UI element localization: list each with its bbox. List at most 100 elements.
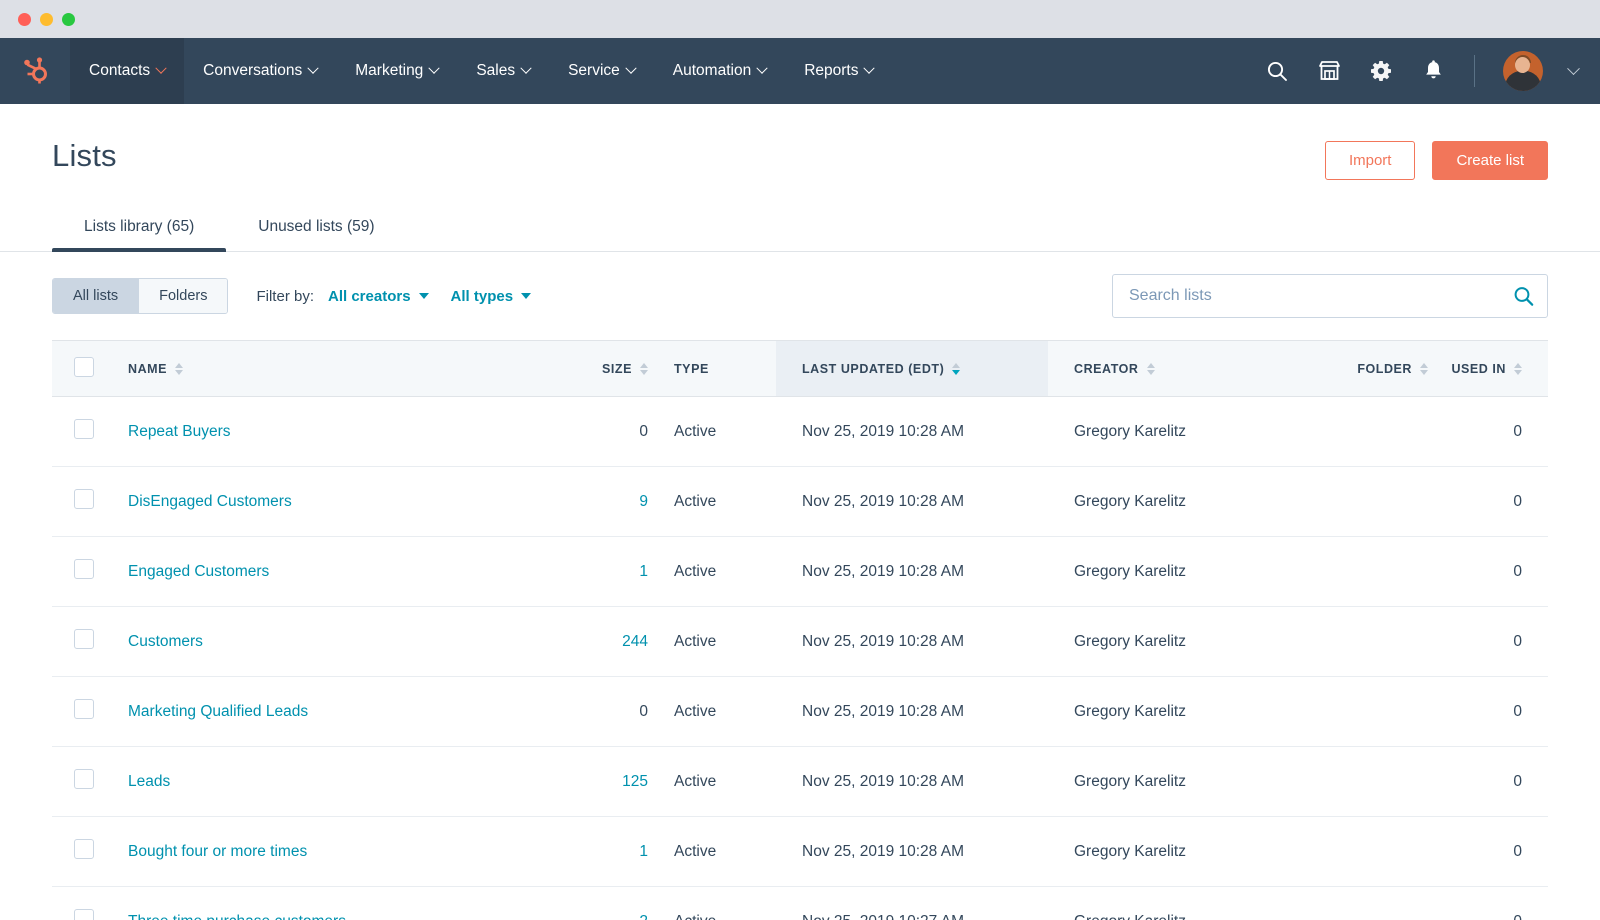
search-icon[interactable] <box>1513 286 1534 307</box>
table-row[interactable]: Repeat Buyers0ActiveNov 25, 2019 10:28 A… <box>52 397 1548 467</box>
list-size-link[interactable]: 125 <box>622 773 648 790</box>
segment-folders[interactable]: Folders <box>138 279 227 313</box>
list-creator-cell: Gregory Karelitz <box>1048 677 1258 747</box>
row-checkbox[interactable] <box>74 419 94 439</box>
list-name-link[interactable]: Bought four or more times <box>128 843 307 860</box>
header-actions: Import Create list <box>1325 138 1548 180</box>
gear-icon[interactable] <box>1368 58 1394 84</box>
filter-by-label: Filter by: <box>256 288 314 305</box>
hubspot-logo-link[interactable] <box>0 38 70 104</box>
window-zoom-button[interactable] <box>62 13 75 26</box>
nav-item-contacts[interactable]: Contacts <box>70 38 184 104</box>
window-close-button[interactable] <box>18 13 31 26</box>
nav-item-conversations[interactable]: Conversations <box>184 38 336 104</box>
list-creator-cell: Gregory Karelitz <box>1048 397 1258 467</box>
list-type-cell: Active <box>648 887 776 920</box>
search-input[interactable] <box>1112 274 1548 318</box>
create-list-button[interactable]: Create list <box>1432 141 1548 180</box>
list-name-link[interactable]: DisEngaged Customers <box>128 493 292 510</box>
list-type-cell: Active <box>648 467 776 537</box>
row-select-cell <box>52 677 128 747</box>
list-used-in-cell: 0 <box>1428 747 1548 817</box>
list-size-link[interactable]: 2 <box>639 913 648 920</box>
select-all-checkbox[interactable] <box>74 357 94 377</box>
row-checkbox[interactable] <box>74 909 94 920</box>
table-row[interactable]: Bought four or more times 1ActiveNov 25, … <box>52 817 1548 887</box>
table-row[interactable]: DisEngaged Customers 9ActiveNov 25, 2019 … <box>52 467 1548 537</box>
list-name-link[interactable]: Repeat Buyers <box>128 423 231 440</box>
row-checkbox[interactable] <box>74 559 94 579</box>
list-size-link[interactable]: 244 <box>622 633 648 650</box>
row-checkbox[interactable] <box>74 489 94 509</box>
row-checkbox[interactable] <box>74 699 94 719</box>
window-minimize-button[interactable] <box>40 13 53 26</box>
import-button[interactable]: Import <box>1325 141 1416 180</box>
list-creator-cell: Gregory Karelitz <box>1048 747 1258 817</box>
all-types-dropdown[interactable]: All types <box>451 288 532 305</box>
main-menu: Contacts Conversations Marketing Sales S… <box>70 38 892 104</box>
list-name-cell: Three time purchase customers <box>128 887 548 920</box>
list-used-in-cell: 0 <box>1428 607 1548 677</box>
list-name-link[interactable]: Three time purchase customers <box>128 913 346 920</box>
table-row[interactable]: Leads125ActiveNov 25, 2019 10:28 AMGrego… <box>52 747 1548 817</box>
list-size-link[interactable]: 1 <box>639 563 648 580</box>
chevron-down-icon <box>521 293 531 299</box>
search-icon[interactable] <box>1264 58 1290 84</box>
nav-item-label: Sales <box>476 62 515 80</box>
column-header-used-in[interactable]: USED IN <box>1428 341 1548 397</box>
column-header-last-updated[interactable]: LAST UPDATED (EDT) <box>776 341 1048 397</box>
list-size-link[interactable]: 9 <box>639 493 648 510</box>
list-last-updated-cell: Nov 25, 2019 10:28 AM <box>776 817 1048 887</box>
column-label: FOLDER <box>1357 362 1412 376</box>
column-label: CREATOR <box>1074 362 1139 376</box>
sort-arrows-icon <box>952 363 960 375</box>
nav-item-automation[interactable]: Automation <box>654 38 785 104</box>
list-used-in-cell: 0 <box>1428 817 1548 887</box>
list-size-link[interactable]: 1 <box>639 843 648 860</box>
sort-arrows-icon <box>640 363 648 375</box>
list-folder-cell <box>1258 467 1428 537</box>
column-header-folder[interactable]: FOLDER <box>1258 341 1428 397</box>
column-label: NAME <box>128 362 167 376</box>
row-checkbox[interactable] <box>74 769 94 789</box>
list-name-link[interactable]: Marketing Qualified Leads <box>128 703 308 720</box>
segment-all-lists[interactable]: All lists <box>53 279 138 313</box>
notifications-bell-icon[interactable] <box>1420 58 1446 84</box>
row-checkbox[interactable] <box>74 629 94 649</box>
list-name-link[interactable]: Engaged Customers <box>128 563 269 580</box>
all-creators-label: All creators <box>328 288 411 305</box>
chevron-down-icon[interactable] <box>1567 62 1580 75</box>
table-row[interactable]: Customers244ActiveNov 25, 2019 10:28 AMG… <box>52 607 1548 677</box>
nav-item-marketing[interactable]: Marketing <box>336 38 457 104</box>
nav-item-reports[interactable]: Reports <box>785 38 892 104</box>
avatar-head <box>1515 57 1530 73</box>
row-checkbox[interactable] <box>74 839 94 859</box>
avatar[interactable] <box>1503 51 1543 91</box>
nav-item-service[interactable]: Service <box>549 38 654 104</box>
table-row[interactable]: Engaged Customers1ActiveNov 25, 2019 10:… <box>52 537 1548 607</box>
list-name-link[interactable]: Leads <box>128 773 170 790</box>
list-type-cell: Active <box>648 817 776 887</box>
nav-item-label: Marketing <box>355 62 423 80</box>
list-last-updated-cell: Nov 25, 2019 10:27 AM <box>776 887 1048 920</box>
all-creators-dropdown[interactable]: All creators <box>328 288 429 305</box>
nav-item-sales[interactable]: Sales <box>457 38 549 104</box>
select-all-header <box>52 341 128 397</box>
table-row[interactable]: Marketing Qualified Leads0ActiveNov 25, … <box>52 677 1548 747</box>
chevron-down-icon <box>520 63 531 74</box>
list-used-in-cell: 0 <box>1428 467 1548 537</box>
list-name-link[interactable]: Customers <box>128 633 203 650</box>
marketplace-icon[interactable] <box>1316 58 1342 84</box>
row-select-cell <box>52 817 128 887</box>
tab-lists-library[interactable]: Lists library (65) <box>52 204 226 251</box>
column-label: TYPE <box>674 362 709 376</box>
row-select-cell <box>52 887 128 920</box>
column-header-size[interactable]: SIZE <box>548 341 648 397</box>
tab-unused-lists[interactable]: Unused lists (59) <box>226 204 406 251</box>
column-header-type[interactable]: TYPE <box>648 341 776 397</box>
column-header-creator[interactable]: CREATOR <box>1048 341 1258 397</box>
list-folder-cell <box>1258 397 1428 467</box>
list-last-updated-cell: Nov 25, 2019 10:28 AM <box>776 467 1048 537</box>
column-header-name[interactable]: NAME <box>128 341 548 397</box>
table-row[interactable]: Three time purchase customers 2ActiveNov … <box>52 887 1548 920</box>
